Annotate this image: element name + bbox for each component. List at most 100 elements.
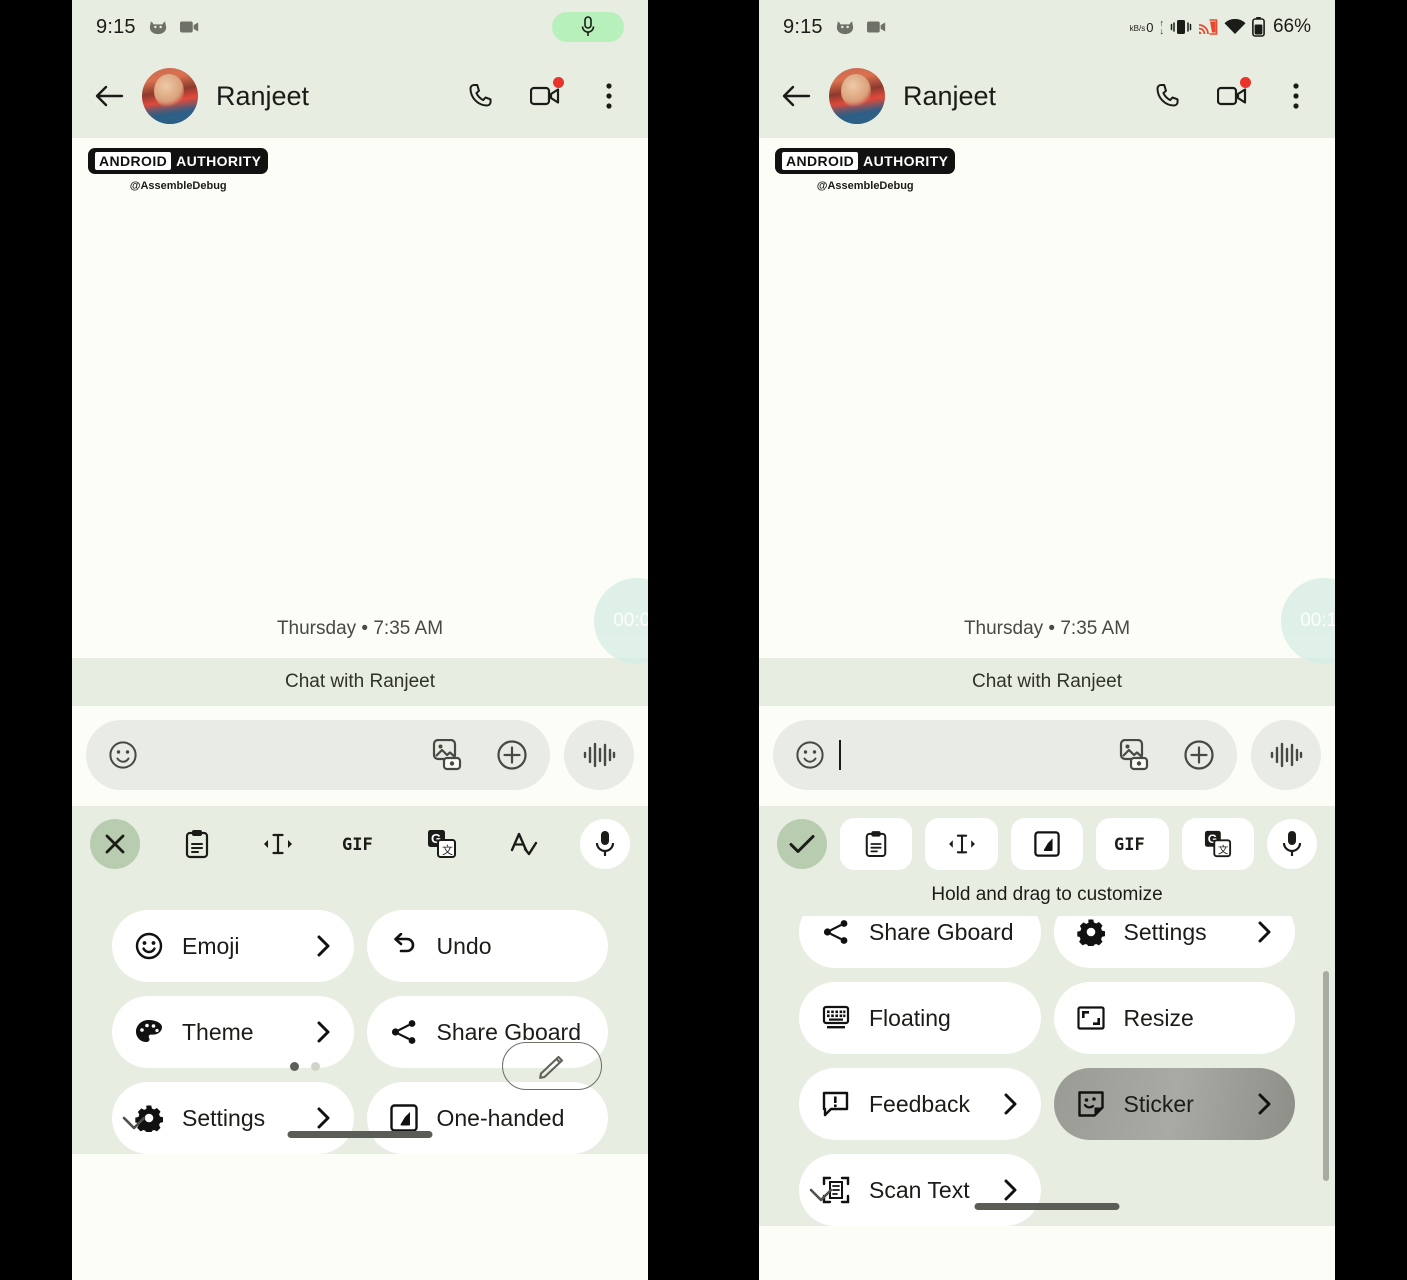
svg-text:文: 文 bbox=[442, 843, 453, 857]
video-notification-icon bbox=[866, 20, 887, 34]
video-call-button[interactable] bbox=[1215, 77, 1251, 113]
page-title: Ranjeet bbox=[903, 80, 997, 111]
plus-circle-icon[interactable] bbox=[1183, 739, 1215, 771]
keyboard-footer bbox=[72, 1042, 648, 1090]
confirm-toolbar-button[interactable] bbox=[777, 819, 827, 869]
video-call-badge bbox=[1240, 77, 1251, 88]
text-edit-button[interactable] bbox=[925, 818, 998, 870]
watermark-handle: @AssembleDebug bbox=[816, 180, 914, 192]
watermark: ANDROID AUTHORITY @AssembleDebug bbox=[775, 148, 956, 192]
menu-item-scan-text[interactable]: Scan Text bbox=[799, 1154, 1041, 1226]
text-edit-button[interactable] bbox=[253, 819, 303, 869]
page-dot-1[interactable] bbox=[290, 1061, 299, 1071]
proofread-button[interactable] bbox=[498, 819, 548, 869]
watermark-badge: ANDROID AUTHORITY bbox=[88, 148, 269, 174]
watermark-brand-2: AUTHORITY bbox=[863, 153, 949, 169]
overflow-menu-button[interactable] bbox=[1279, 79, 1313, 113]
pencil-edit-icon bbox=[539, 1055, 564, 1079]
audio-waveform-button[interactable] bbox=[564, 720, 634, 790]
video-call-button[interactable] bbox=[528, 77, 564, 113]
overflow-menu-button[interactable] bbox=[592, 79, 626, 113]
menu-item-settings[interactable]: Settings bbox=[112, 1082, 354, 1154]
edit-toolbar-button[interactable] bbox=[502, 1042, 602, 1090]
menu-item-floating[interactable]: Floating bbox=[799, 982, 1041, 1054]
voice-input-button[interactable] bbox=[579, 819, 630, 869]
gallery-icon[interactable] bbox=[432, 739, 466, 771]
one-handed-button[interactable] bbox=[1010, 818, 1084, 870]
status-bar: 9:15 kB/s 0 ↑ ↓ 66% bbox=[759, 0, 1335, 54]
clipboard-button[interactable] bbox=[172, 819, 222, 869]
audio-waveform-icon bbox=[1270, 742, 1303, 768]
one-handed-icon bbox=[1034, 831, 1060, 857]
chevron-right-icon bbox=[1003, 1092, 1019, 1116]
menu-item-label: Scan Text bbox=[869, 1176, 970, 1203]
watermark-brand-1: ANDROID bbox=[782, 152, 859, 170]
wifi-icon bbox=[1224, 19, 1246, 35]
video-notification-icon bbox=[179, 20, 200, 34]
emoji-smiley-icon[interactable] bbox=[108, 740, 138, 770]
call-duration-bubble: 00:15 bbox=[1281, 578, 1335, 664]
clipboard-button[interactable] bbox=[840, 818, 913, 870]
menu-item-sticker[interactable]: Sticker bbox=[1053, 1068, 1295, 1140]
call-duration-bubble: 00:03 bbox=[594, 578, 648, 664]
net-speed-unit: kB/s bbox=[1129, 23, 1146, 33]
mic-status-pill[interactable] bbox=[552, 12, 624, 42]
back-button[interactable] bbox=[94, 83, 124, 109]
gif-button[interactable]: GIF bbox=[335, 819, 385, 869]
menu-item-resize[interactable]: Resize bbox=[1053, 982, 1295, 1054]
plus-circle-icon[interactable] bbox=[496, 739, 528, 771]
floating-keyboard-icon bbox=[821, 1003, 851, 1033]
collapse-keyboard-button[interactable] bbox=[807, 1186, 835, 1204]
close-toolbar-button[interactable] bbox=[90, 819, 140, 869]
message-input[interactable] bbox=[86, 720, 550, 790]
avatar[interactable] bbox=[829, 68, 885, 124]
back-button[interactable] bbox=[781, 83, 811, 109]
battery-icon bbox=[1252, 17, 1265, 37]
emoji-smiley-icon[interactable] bbox=[795, 740, 825, 770]
translate-button[interactable]: G文 bbox=[417, 819, 467, 869]
voice-input-button[interactable] bbox=[1267, 819, 1318, 869]
message-input[interactable] bbox=[773, 720, 1237, 790]
menu-item-feedback[interactable]: Feedback bbox=[799, 1068, 1041, 1140]
call-button[interactable] bbox=[464, 79, 498, 113]
app-bar-actions bbox=[464, 77, 626, 113]
keyboard-panel: GIF G文 Hold and drag to customize Share … bbox=[759, 806, 1335, 1226]
audio-waveform-button[interactable] bbox=[1251, 720, 1321, 790]
gesture-nav-bar[interactable] bbox=[974, 1203, 1120, 1210]
translate-button[interactable]: G文 bbox=[1181, 818, 1255, 870]
menu-item-settings[interactable]: Settings bbox=[1053, 916, 1295, 968]
status-time: 9:15 bbox=[96, 15, 136, 38]
collapse-keyboard-button[interactable] bbox=[120, 1114, 148, 1132]
status-bar-right: kB/s 0 ↑ ↓ 66% bbox=[1130, 16, 1311, 38]
battery-percent: 66% bbox=[1272, 16, 1311, 37]
chevron-right-icon bbox=[316, 1106, 332, 1130]
vibrate-icon bbox=[1170, 19, 1192, 35]
menu-item-label: Feedback bbox=[869, 1090, 971, 1117]
menu-scrollbar[interactable] bbox=[1323, 971, 1329, 1181]
menu-item-undo[interactable]: Undo bbox=[366, 910, 608, 982]
check-icon bbox=[789, 835, 815, 853]
call-button[interactable] bbox=[1151, 79, 1185, 113]
one-handed-icon bbox=[389, 1103, 419, 1133]
chevron-right-icon bbox=[1003, 1178, 1019, 1202]
keyboard-menu-grid: Floating Resize Feedback Sticker Scan Te… bbox=[759, 982, 1335, 1226]
menu-item-emoji[interactable]: Emoji bbox=[112, 910, 354, 982]
app-bar: Ranjeet bbox=[759, 54, 1335, 138]
chat-hint-strip: Chat with Ranjeet bbox=[72, 658, 648, 706]
menu-item-one-handed[interactable]: One-handed bbox=[366, 1082, 608, 1154]
gesture-nav-bar[interactable] bbox=[287, 1131, 433, 1138]
gif-button[interactable]: GIF bbox=[1096, 818, 1169, 870]
svg-text:GIF: GIF bbox=[1114, 835, 1145, 854]
menu-item-label: Emoji bbox=[182, 932, 240, 959]
page-dot-2[interactable] bbox=[311, 1061, 320, 1071]
conversation-area: ANDROID AUTHORITY @AssembleDebug Thursda… bbox=[759, 138, 1335, 664]
cast-icon bbox=[1198, 19, 1218, 35]
share-icon bbox=[821, 917, 851, 947]
menu-item-share-gboard[interactable]: Share Gboard bbox=[799, 916, 1041, 968]
gear-icon bbox=[1076, 917, 1106, 947]
svg-text:文: 文 bbox=[1218, 843, 1228, 856]
chevron-right-icon bbox=[1257, 920, 1273, 944]
chevron-right-icon bbox=[1257, 1092, 1273, 1116]
avatar[interactable] bbox=[142, 68, 198, 124]
gallery-icon[interactable] bbox=[1119, 739, 1153, 771]
